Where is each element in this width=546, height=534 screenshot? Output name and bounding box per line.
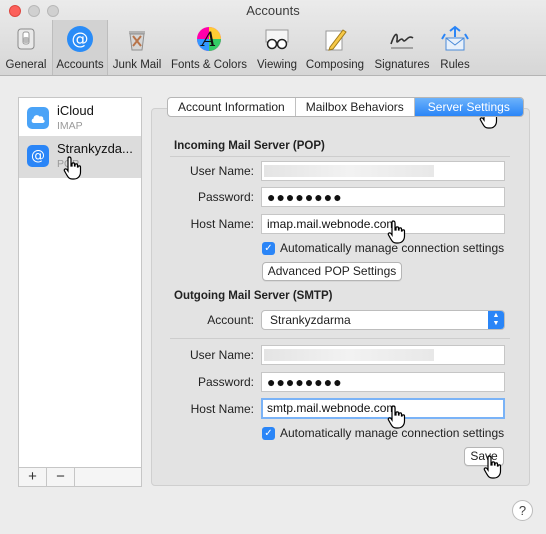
incoming-auto-manage-label: Automatically manage connection settings xyxy=(280,241,505,255)
incoming-section-title: Incoming Mail Server (POP) xyxy=(174,140,325,152)
outgoing-host-name-label: Host Name: xyxy=(190,402,254,416)
remove-account-button[interactable]: − xyxy=(47,468,75,486)
divider xyxy=(170,338,510,339)
outgoing-auto-manage-label: Automatically manage connection settings xyxy=(280,426,505,440)
incoming-host-name-field[interactable]: imap.mail.webnode.com xyxy=(261,214,505,234)
accounts-list: iCloud IMAP @ Strankyzda... POP + − xyxy=(18,97,142,487)
toolbar-composing-label: Composing xyxy=(305,59,365,71)
at-sign-icon: @ xyxy=(65,24,95,54)
preferences-toolbar: General @ Accounts Junk Mail A Fonts & C… xyxy=(0,20,546,76)
at-sign-icon: @ xyxy=(27,145,49,167)
cloud-icon xyxy=(27,107,49,129)
general-switch-icon xyxy=(11,24,41,54)
outgoing-user-name-label: User Name: xyxy=(189,348,254,362)
toolbar-fonts-colors[interactable]: A Fonts & Colors xyxy=(167,20,251,75)
window-titlebar: Accounts General @ Accounts Junk Mail A xyxy=(0,0,546,76)
trash-bin-icon xyxy=(122,24,152,54)
toolbar-signatures-label: Signatures xyxy=(374,59,430,71)
svg-text:A: A xyxy=(200,27,216,51)
incoming-password-label: Password: xyxy=(197,190,254,204)
accounts-list-footer: + − xyxy=(19,467,141,486)
outgoing-account-label: Account: xyxy=(207,313,254,327)
divider xyxy=(170,156,510,157)
toolbar-fonts-colors-label: Fonts & Colors xyxy=(170,59,248,71)
save-button[interactable]: Save xyxy=(464,447,504,466)
account-name: Strankyzda... xyxy=(57,141,133,156)
outgoing-account-select[interactable]: Strankyzdarma ▲ ▼ xyxy=(261,310,505,330)
outgoing-password-value: ●●●●●●●● xyxy=(267,374,343,390)
account-tabs: Account Information Mailbox Behaviors Se… xyxy=(167,97,524,117)
svg-text:@: @ xyxy=(72,30,89,50)
account-type: POP xyxy=(57,158,80,170)
incoming-user-name-label: User Name: xyxy=(189,164,254,178)
chevron-up-down-icon: ▲ ▼ xyxy=(488,311,504,329)
account-item-strankyzdarma[interactable]: @ Strankyzda... POP xyxy=(19,136,141,178)
outgoing-password-label: Password: xyxy=(197,375,254,389)
font-palette-icon: A xyxy=(194,24,224,54)
incoming-user-name-field[interactable] xyxy=(261,161,505,181)
incoming-host-name-label: Host Name: xyxy=(190,217,254,231)
outgoing-section-title: Outgoing Mail Server (SMTP) xyxy=(174,290,333,302)
tab-server-settings[interactable]: Server Settings xyxy=(414,98,523,116)
outgoing-account-value: Strankyzdarma xyxy=(270,313,351,327)
rules-envelope-icon xyxy=(440,24,470,54)
tab-account-information[interactable]: Account Information xyxy=(168,98,296,116)
advanced-pop-settings-button[interactable]: Advanced POP Settings xyxy=(262,262,402,281)
toolbar-rules-label: Rules xyxy=(440,59,470,71)
outgoing-host-name-value: smtp.mail.webnode.com xyxy=(267,401,397,415)
outgoing-auto-manage-checkbox[interactable]: ✓ Automatically manage connection settin… xyxy=(262,426,504,440)
toolbar-signatures[interactable]: Signatures xyxy=(370,20,434,75)
account-type: IMAP xyxy=(57,120,83,132)
glasses-icon xyxy=(262,24,292,54)
incoming-host-name-value: imap.mail.webnode.com xyxy=(267,217,397,231)
signature-icon xyxy=(387,24,417,54)
toolbar-accounts-label: Accounts xyxy=(56,59,104,71)
checkmark-icon: ✓ xyxy=(262,241,275,255)
window-title: Accounts xyxy=(246,3,300,18)
toolbar-viewing[interactable]: Viewing xyxy=(254,20,300,75)
outgoing-user-name-field[interactable] xyxy=(261,345,505,365)
outgoing-password-field[interactable]: ●●●●●●●● xyxy=(261,372,505,392)
toolbar-junk-mail[interactable]: Junk Mail xyxy=(110,20,164,75)
toolbar-rules[interactable]: Rules xyxy=(436,20,474,75)
toolbar-junk-mail-label: Junk Mail xyxy=(112,59,162,71)
redacted-value xyxy=(264,165,434,177)
checkmark-icon: ✓ xyxy=(262,426,275,440)
toolbar-composing[interactable]: Composing xyxy=(303,20,367,75)
tab-mailbox-behaviors[interactable]: Mailbox Behaviors xyxy=(296,98,415,116)
outgoing-host-name-field[interactable]: smtp.mail.webnode.com xyxy=(261,398,505,419)
toolbar-general[interactable]: General xyxy=(4,20,48,75)
redacted-value xyxy=(264,349,434,361)
toolbar-accounts[interactable]: @ Accounts xyxy=(52,20,108,75)
help-button[interactable]: ? xyxy=(512,500,533,521)
pencil-paper-icon xyxy=(320,24,350,54)
incoming-password-field[interactable]: ●●●●●●●● xyxy=(261,187,505,207)
incoming-password-value: ●●●●●●●● xyxy=(267,189,343,205)
incoming-auto-manage-checkbox[interactable]: ✓ Automatically manage connection settin… xyxy=(262,241,504,255)
account-item-icloud[interactable]: iCloud IMAP xyxy=(19,98,141,140)
account-name: iCloud xyxy=(57,103,94,118)
add-account-button[interactable]: + xyxy=(19,468,47,486)
toolbar-general-label: General xyxy=(5,59,47,71)
toolbar-viewing-label: Viewing xyxy=(256,59,298,71)
